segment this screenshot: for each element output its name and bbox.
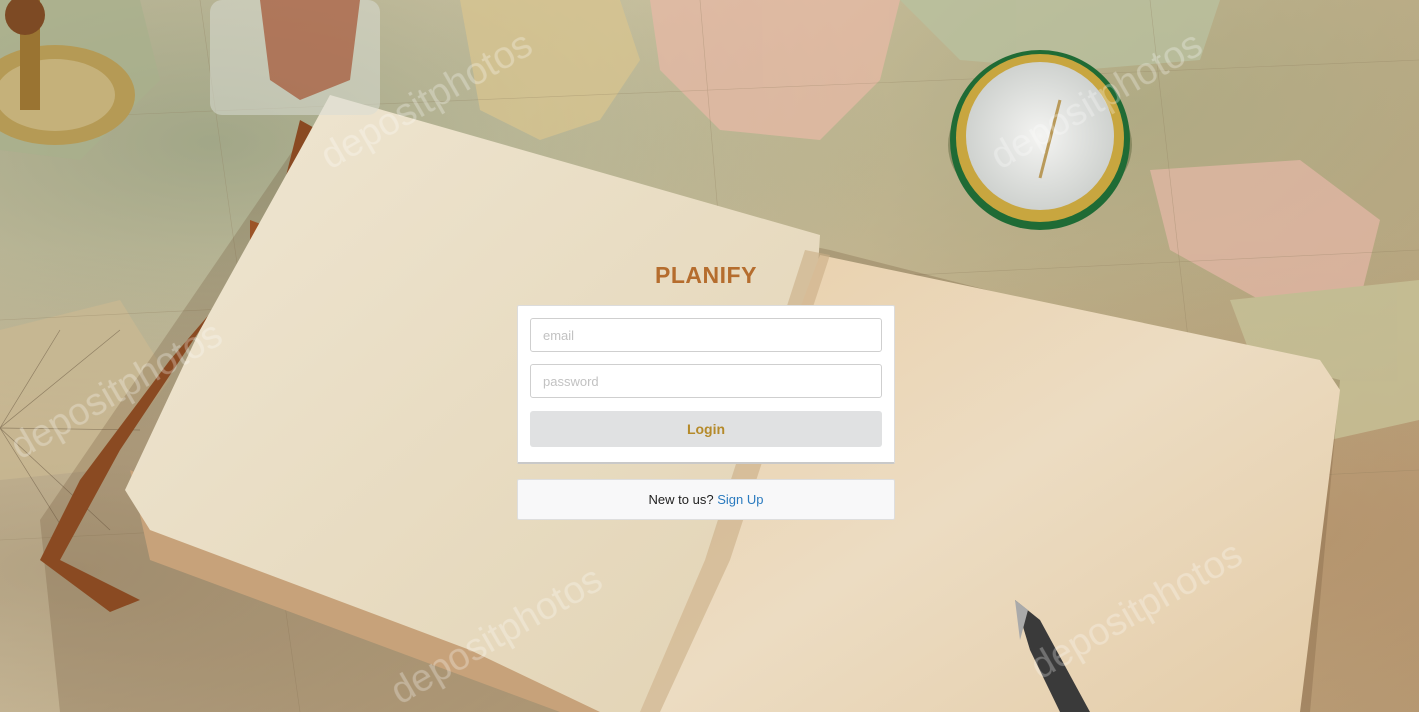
signup-prompt: New to us? [648, 492, 714, 507]
signup-message: New to us? Sign Up [517, 479, 895, 520]
app-title: PLANIFY [655, 262, 757, 288]
login-page: depositphotos depositphotos depositphoto… [0, 0, 1419, 712]
password-field[interactable] [530, 364, 882, 398]
signup-link[interactable]: Sign Up [717, 492, 763, 507]
login-form: Login [517, 305, 895, 464]
email-field[interactable] [530, 318, 882, 352]
inkwell [210, 0, 380, 115]
login-button[interactable]: Login [530, 411, 882, 447]
